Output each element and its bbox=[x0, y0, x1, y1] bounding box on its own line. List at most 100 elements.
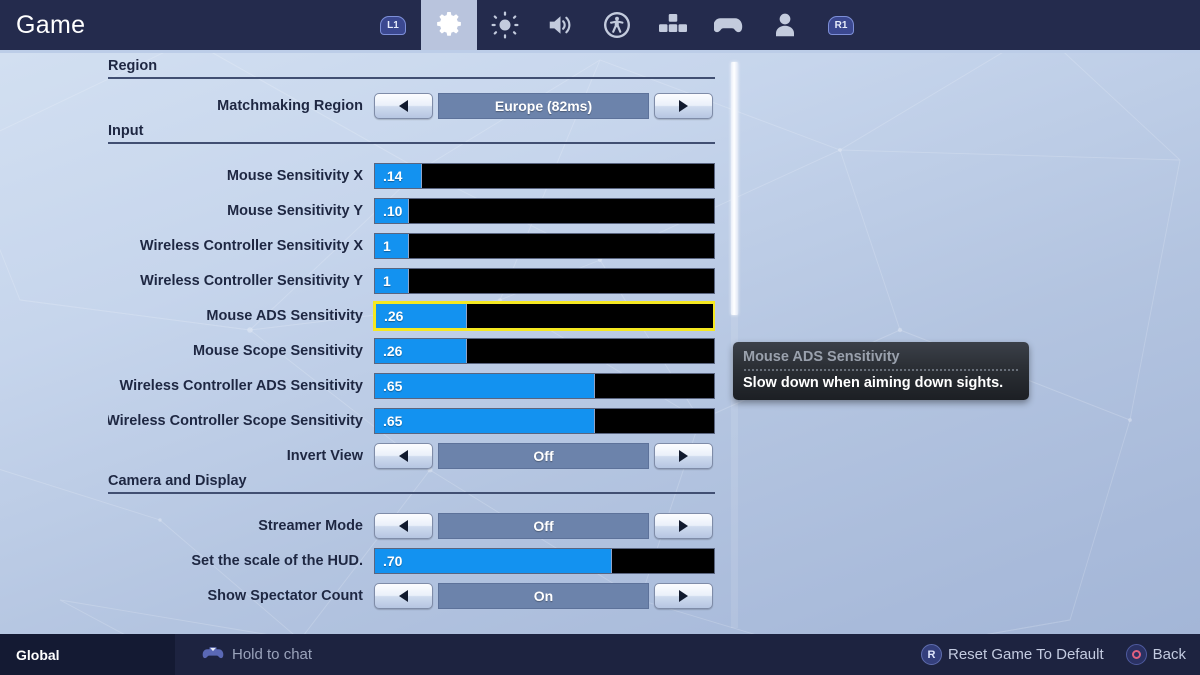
reset-label: Reset Game To Default bbox=[948, 646, 1104, 663]
hold-to-chat-label: Hold to chat bbox=[232, 646, 313, 663]
setting-label: Matchmaking Region bbox=[217, 97, 363, 114]
settings-panel: Region Matchmaking Region Europe (82ms) … bbox=[108, 58, 715, 628]
stepper-value[interactable]: Off bbox=[438, 512, 649, 539]
section-title: Camera and Display bbox=[108, 473, 247, 489]
tab-keybinds[interactable] bbox=[645, 0, 701, 50]
slider-wireless-controller-ads-sensitivity[interactable]: .65 bbox=[374, 372, 715, 399]
setting-row-streamer-mode: Streamer Mode Off bbox=[108, 508, 715, 543]
slider-mouse-ads-sensitivity[interactable]: .26 bbox=[374, 301, 715, 330]
prev-button[interactable] bbox=[374, 512, 433, 539]
stepper-value[interactable]: Off bbox=[438, 442, 649, 469]
slider-fill: 1 bbox=[375, 233, 409, 258]
back-button[interactable]: Back bbox=[1125, 644, 1186, 665]
chevron-left-icon bbox=[399, 589, 408, 602]
speaker-icon bbox=[549, 16, 571, 34]
back-label: Back bbox=[1152, 646, 1186, 663]
section-title: Region bbox=[108, 58, 158, 74]
reset-game-to-default-button[interactable]: R Reset Game To Default bbox=[921, 644, 1104, 665]
slider-fill: 1 bbox=[375, 268, 409, 293]
prev-button[interactable] bbox=[374, 92, 433, 119]
slider-value: .65 bbox=[383, 412, 403, 429]
slider-wireless-controller-sensitivity-y[interactable]: 1 bbox=[374, 267, 715, 294]
setting-tooltip: Mouse ADS Sensitivity Slow down when aim… bbox=[733, 342, 1029, 400]
stepper-streamer-mode: Off bbox=[374, 512, 713, 539]
page-title: Game bbox=[16, 10, 86, 39]
bottom-bar: Global Hold to chat R Reset Game To Defa… bbox=[0, 634, 1200, 675]
chat-channel-label: Global bbox=[16, 646, 60, 663]
next-button[interactable] bbox=[654, 92, 713, 119]
setting-row-wireless-controller-ads-sensitivity: Wireless Controller ADS Sensitivity .65 bbox=[108, 368, 715, 403]
settings-tab-nav: L1 R1 bbox=[365, 0, 869, 50]
setting-row-hud-scale: Set the scale of the HUD. .70 bbox=[108, 543, 715, 578]
next-button[interactable] bbox=[654, 582, 713, 609]
setting-row-mouse-ads-sensitivity: Mouse ADS Sensitivity .26 bbox=[108, 298, 715, 333]
slider-wireless-controller-sensitivity-x[interactable]: 1 bbox=[374, 232, 715, 259]
setting-label: Set the scale of the HUD. bbox=[191, 552, 363, 569]
slider-value: .70 bbox=[383, 552, 403, 569]
setting-label: Mouse Sensitivity X bbox=[226, 167, 363, 184]
prev-button[interactable] bbox=[374, 442, 433, 469]
tab-account[interactable] bbox=[757, 0, 813, 50]
section-camera-and-display: Camera and Display Streamer Mode Off Set… bbox=[108, 473, 715, 613]
slider-value: .14 bbox=[383, 167, 403, 184]
next-button[interactable] bbox=[654, 512, 713, 539]
slider-value: .10 bbox=[383, 202, 403, 219]
slider-mouse-sensitivity-y[interactable]: .10 bbox=[374, 197, 715, 224]
setting-label: Wireless Controller Sensitivity X bbox=[139, 237, 363, 254]
tab-game-settings[interactable] bbox=[421, 0, 477, 50]
chevron-left-icon bbox=[399, 99, 408, 112]
section-input: Input Mouse Sensitivity X .14 Mouse Sens… bbox=[108, 123, 715, 473]
setting-label: Mouse Sensitivity Y bbox=[227, 202, 363, 219]
section-divider bbox=[108, 142, 715, 144]
setting-label: Show Spectator Count bbox=[207, 587, 363, 604]
setting-row-mouse-sensitivity-y: Mouse Sensitivity Y .10 bbox=[108, 193, 715, 228]
slider-fill: .65 bbox=[375, 408, 596, 433]
gear-icon bbox=[437, 11, 461, 36]
left-bumper-hint: L1 bbox=[365, 0, 421, 50]
chat-gamepad-icon bbox=[202, 646, 224, 658]
tab-audio[interactable] bbox=[533, 0, 589, 50]
setting-row-mouse-sensitivity-x: Mouse Sensitivity X .14 bbox=[108, 158, 715, 193]
chat-channel-chip[interactable]: Global bbox=[0, 634, 175, 675]
slider-mouse-scope-sensitivity[interactable]: .26 bbox=[374, 337, 715, 364]
gamepad-icon bbox=[714, 18, 743, 33]
setting-label: Streamer Mode bbox=[258, 517, 363, 534]
scrollbar-thumb[interactable] bbox=[731, 62, 738, 315]
chevron-left-icon bbox=[399, 449, 408, 462]
setting-label: Invert View bbox=[286, 447, 363, 464]
setting-label: Wireless Controller Scope Sensitivity bbox=[108, 412, 363, 429]
hold-to-chat-hint: Hold to chat bbox=[202, 646, 312, 663]
top-bar: Game L1 R1 bbox=[0, 0, 1200, 50]
slider-value: .26 bbox=[383, 342, 403, 359]
setting-label: Mouse Scope Sensitivity bbox=[192, 342, 363, 359]
stepper-value[interactable]: On bbox=[438, 582, 649, 609]
topbar-underline bbox=[0, 50, 1200, 53]
slider-mouse-sensitivity-x[interactable]: .14 bbox=[374, 162, 715, 189]
slider-fill: .26 bbox=[376, 303, 467, 328]
r3-button-icon: R bbox=[921, 644, 942, 665]
prev-button[interactable] bbox=[374, 582, 433, 609]
chevron-right-icon bbox=[679, 589, 688, 602]
slider-value: .65 bbox=[383, 377, 403, 394]
slider-wireless-controller-scope-sensitivity[interactable]: .65 bbox=[374, 407, 715, 434]
slider-hud-scale[interactable]: .70 bbox=[374, 547, 715, 574]
slider-value: .26 bbox=[384, 307, 404, 324]
right-bumper-hint: R1 bbox=[813, 0, 869, 50]
tooltip-description: Slow down when aiming down sights. bbox=[743, 375, 1004, 391]
tab-brightness[interactable] bbox=[477, 0, 533, 50]
circle-button-icon bbox=[1125, 644, 1147, 665]
game-settings-screen: Game L1 R1 Region Matchmaking Region Eur… bbox=[0, 0, 1200, 675]
setting-label: Mouse ADS Sensitivity bbox=[206, 307, 363, 324]
tab-accessibility[interactable] bbox=[589, 0, 645, 50]
stepper-value[interactable]: Europe (82ms) bbox=[438, 92, 649, 119]
setting-row-wireless-controller-sensitivity-y: Wireless Controller Sensitivity Y 1 bbox=[108, 263, 715, 298]
setting-label: Wireless Controller Sensitivity Y bbox=[140, 272, 363, 289]
setting-row-invert-view: Invert View Off bbox=[108, 438, 715, 473]
slider-value: 1 bbox=[383, 237, 391, 254]
section-divider bbox=[108, 492, 715, 494]
next-button[interactable] bbox=[654, 442, 713, 469]
tab-controller[interactable] bbox=[701, 0, 757, 50]
setting-row-wireless-controller-sensitivity-x: Wireless Controller Sensitivity X 1 bbox=[108, 228, 715, 263]
setting-row-matchmaking-region: Matchmaking Region Europe (82ms) bbox=[108, 88, 715, 123]
slider-fill: .10 bbox=[375, 198, 409, 223]
